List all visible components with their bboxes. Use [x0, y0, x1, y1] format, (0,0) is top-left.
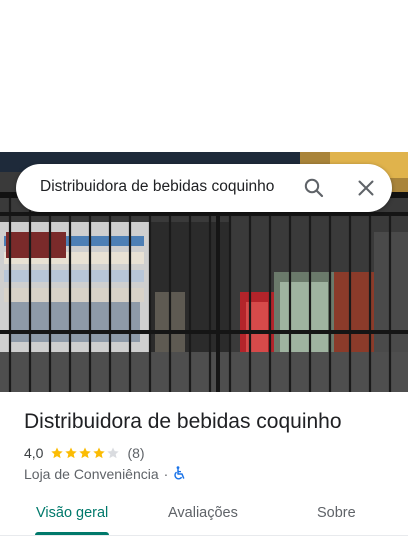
star-filled-icon: [79, 447, 92, 459]
search-query[interactable]: Distribuidora de bebidas coquinho: [40, 178, 274, 196]
star-empty-icon: [107, 447, 120, 459]
tab-bar: Visão geral Avaliações Sobre: [0, 496, 408, 544]
category-row: Loja de Conveniência ·: [24, 465, 186, 483]
rating-stars: [50, 446, 120, 460]
star-filled-icon: [51, 447, 64, 459]
tab-overview[interactable]: Visão geral: [36, 505, 108, 521]
search-bar[interactable]: Distribuidora de bebidas coquinho: [16, 164, 392, 212]
rating-row[interactable]: 4,0 (8): [24, 444, 145, 462]
wheelchair-icon: [174, 465, 186, 483]
tab-about[interactable]: Sobre: [317, 505, 356, 521]
place-category[interactable]: Loja de Conveniência: [24, 466, 159, 482]
place-title: Distribuidora de bebidas coquinho: [24, 410, 342, 433]
star-filled-icon: [65, 447, 78, 459]
search-icon[interactable]: [302, 176, 326, 200]
star-filled-icon: [93, 447, 106, 459]
separator-dot: ·: [163, 466, 169, 482]
tab-reviews[interactable]: Avaliações: [168, 505, 238, 521]
tab-divider: [0, 535, 408, 536]
close-icon[interactable]: [354, 176, 378, 200]
review-count: (8): [127, 445, 145, 461]
rating-value: 4,0: [24, 445, 44, 461]
